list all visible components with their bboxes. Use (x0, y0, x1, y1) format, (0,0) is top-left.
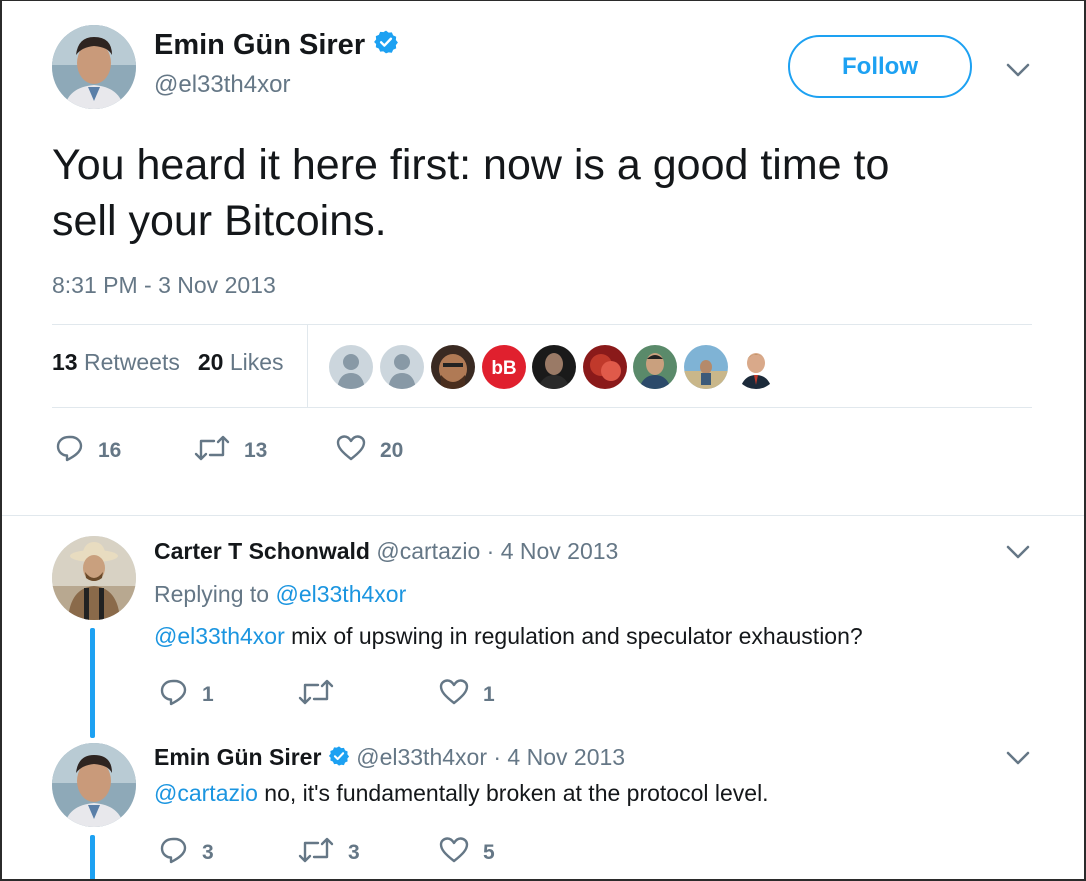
reply-count: 1 (202, 683, 214, 706)
chevron-down-icon[interactable] (1005, 60, 1031, 80)
retweet-count: 3 (348, 841, 360, 864)
divider (52, 324, 1032, 325)
tweet-page: Emin Gün Sirer @el33th4xor Follow You he… (0, 0, 1086, 881)
chevron-down-icon[interactable] (1005, 542, 1031, 562)
author-avatar[interactable] (52, 25, 136, 109)
author-name[interactable]: Emin Gün Sirer (154, 29, 399, 63)
retweet-action[interactable]: 13 (194, 434, 267, 468)
reply-text: @cartazio no, it's fundamentally broken … (154, 780, 769, 807)
replying-to-prefix: Replying to (154, 581, 270, 607)
reply-body: no, it's fundamentally broken at the pro… (257, 780, 769, 806)
tweet-stats: 13 Retweets 20 Likes (52, 349, 284, 376)
liker-avatar[interactable] (329, 345, 373, 389)
tweet-text: You heard it here first: now is a good t… (52, 137, 1032, 249)
reply-header: Emin Gün Sirer @el33th4xor · 4 Nov 2013 (154, 744, 625, 773)
like-action[interactable]: 1 (439, 678, 495, 712)
reply-icon (56, 434, 84, 468)
likes-count: 20 (197, 349, 224, 375)
retweet-icon (298, 836, 334, 870)
author-handle[interactable]: @el33th4xor (154, 71, 290, 99)
liker-avatar[interactable] (684, 345, 728, 389)
thread-line (90, 835, 95, 879)
reply-count: 16 (98, 439, 122, 462)
liker-avatar[interactable] (583, 345, 627, 389)
follow-button[interactable]: Follow (788, 35, 972, 98)
retweet-count: 13 (244, 439, 268, 462)
liker-avatar[interactable] (431, 345, 475, 389)
retweets-count: 13 (52, 349, 78, 375)
retweet-action[interactable] (298, 678, 348, 712)
like-action[interactable]: 5 (439, 836, 495, 870)
heart-icon (439, 678, 469, 712)
reply-avatar[interactable] (52, 743, 136, 827)
reply-icon (160, 836, 188, 870)
liker-avatar[interactable] (532, 345, 576, 389)
likes-label: Likes (229, 349, 284, 375)
replying-to: Replying to @el33th4xor (154, 581, 406, 608)
reply-mention[interactable]: @cartazio (154, 780, 258, 806)
reply-author-handle[interactable]: @cartazio (376, 538, 480, 564)
heart-icon (336, 434, 366, 468)
reply-action[interactable]: 16 (56, 434, 121, 468)
verified-badge-icon (328, 745, 350, 773)
thread-line (90, 628, 95, 738)
reply-author-handle[interactable]: @el33th4xor (356, 744, 487, 770)
reply-icon (160, 678, 188, 712)
retweet-icon (194, 434, 230, 468)
replying-to-handle[interactable]: @el33th4xor (275, 581, 406, 607)
reply-date[interactable]: · 4 Nov 2013 (487, 538, 619, 564)
tweet-text-line-1: You heard it here first: now is a good t… (52, 141, 890, 189)
like-count: 20 (380, 439, 404, 462)
liker-badge-text: bB (491, 358, 516, 379)
reply-date[interactable]: · 4 Nov 2013 (493, 744, 625, 770)
reply-mention[interactable]: @el33th4xor (154, 623, 285, 649)
liker-avatar[interactable] (380, 345, 424, 389)
liker-avatar[interactable]: bB (482, 345, 526, 389)
tweet-timestamp[interactable]: 8:31 PM - 3 Nov 2013 (52, 272, 276, 299)
reply-author-name[interactable]: Emin Gün Sirer (154, 744, 321, 770)
reply-count: 3 (202, 841, 214, 864)
like-action[interactable]: 20 (336, 434, 403, 468)
stats-divider-vertical (307, 325, 308, 407)
reply-author-name[interactable]: Carter T Schonwald (154, 538, 370, 564)
reply-text: @el33th4xor mix of upswing in regulation… (154, 623, 863, 650)
retweet-action[interactable]: 3 (298, 836, 360, 870)
reply-header: Carter T Schonwald @cartazio · 4 Nov 201… (154, 538, 618, 565)
author-name-text[interactable]: Emin Gün Sirer (154, 29, 365, 61)
heart-icon (439, 836, 469, 870)
reply-action[interactable]: 3 (160, 836, 214, 870)
retweet-icon (298, 678, 334, 712)
retweets-stat[interactable]: 13 Retweets (52, 349, 180, 376)
like-count: 5 (483, 841, 495, 864)
likes-stat[interactable]: 20 Likes (198, 349, 284, 376)
reply-action[interactable]: 1 (160, 678, 214, 712)
section-divider (2, 515, 1084, 516)
tweet-text-line-2: sell your Bitcoins. (52, 197, 387, 245)
chevron-down-icon[interactable] (1005, 748, 1031, 768)
verified-badge-icon (373, 29, 399, 63)
divider (52, 407, 1032, 408)
liker-avatar[interactable] (633, 345, 677, 389)
like-count: 1 (483, 683, 495, 706)
reply-body: mix of upswing in regulation and specula… (284, 623, 863, 649)
reply-avatar[interactable] (52, 536, 136, 620)
retweets-label: Retweets (83, 349, 180, 375)
liker-avatar[interactable] (734, 345, 778, 389)
